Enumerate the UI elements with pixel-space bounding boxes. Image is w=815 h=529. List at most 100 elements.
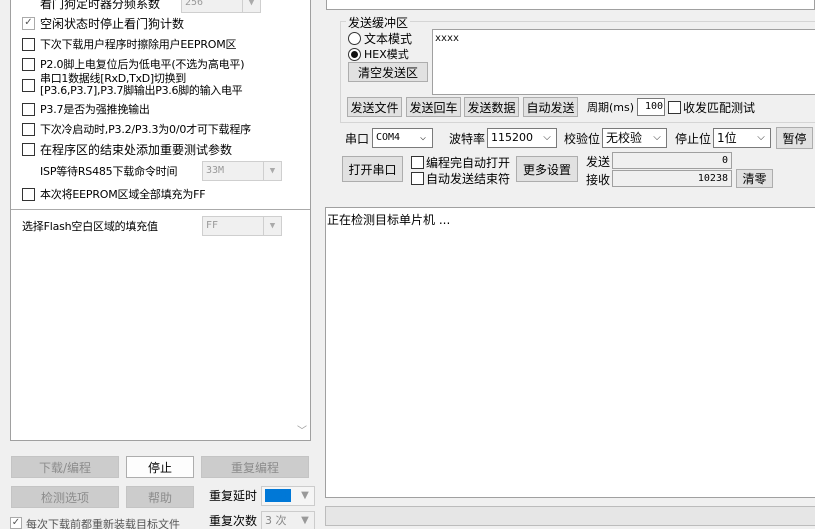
help-button[interactable]: 帮助 — [126, 486, 194, 508]
option-label: 下次冷启动时,P3.2/P3.3为0/0才可下载程序 — [40, 123, 251, 136]
port-label: 串口 — [345, 132, 370, 146]
reload-target-label: 每次下载前都重新装载目标文件 — [26, 518, 180, 529]
option-uart1-switch[interactable]: 串口1数据线[RxD,TxD]切换到 [P3.6,P3.7],P3.7脚输出P3… — [11, 72, 310, 98]
rs485-wait-select[interactable]: 33M ▼ — [202, 161, 282, 181]
option-cold-boot-p32-p33[interactable]: 下次冷启动时,P3.2/P3.3为0/0才可下载程序 — [11, 119, 310, 139]
chevron-down-icon: ⌵ — [757, 132, 765, 143]
baud-select[interactable]: 115200 ⌵ — [487, 128, 557, 148]
auto-open-label: 编程完自动打开 — [426, 156, 511, 170]
send-file-button[interactable]: 发送文件 — [347, 97, 402, 117]
checkbox[interactable] — [22, 142, 35, 156]
period-value: 100 — [644, 101, 663, 112]
stop-bits-select[interactable]: 1位 ⌵ — [713, 128, 771, 148]
select-value: 115200 — [491, 131, 533, 144]
hex-mode-label: HEX模式 — [364, 48, 409, 61]
option-fill-eeprom-ff[interactable]: 本次将EEPROM区域全部填充为FF — [11, 184, 310, 204]
options-panel: 看门狗定时器分频系数 256 ▼ ✓ 空闲状态时停止看门狗计数 下次下载用户程序… — [10, 0, 311, 441]
clear-counters-button[interactable]: 清零 — [736, 169, 773, 188]
reload-target-option[interactable]: ✓ 每次下载前都重新装载目标文件 — [10, 516, 205, 529]
select-value: 256 — [185, 0, 204, 8]
auto-send-end-checkbox[interactable] — [411, 172, 424, 185]
flash-fill-select[interactable]: FF ▼ — [202, 216, 282, 236]
tx-count-value: 0 — [721, 155, 728, 166]
match-test-checkbox[interactable] — [668, 101, 681, 114]
rx-counter: 10238 — [612, 170, 732, 187]
reprogram-button[interactable]: 重复编程 — [201, 456, 309, 478]
chevron-down-icon: ▼ — [301, 490, 309, 501]
send-buffer-textarea[interactable]: xxxx — [432, 29, 815, 95]
option-label: 空闲状态时停止看门狗计数 — [40, 16, 185, 31]
option-p20-reset-level[interactable]: P2.0脚上电复位后为低电平(不选为高电平) — [11, 54, 310, 74]
chevron-down-icon: ▼ — [263, 217, 281, 235]
parity-label: 校验位 — [564, 132, 601, 146]
checkbox[interactable] — [22, 79, 35, 92]
option-label: 看门狗定时器分频系数 — [40, 0, 161, 11]
send-enter-button[interactable]: 发送回车 — [406, 97, 461, 117]
more-settings-button[interactable]: 更多设置 — [516, 156, 578, 182]
option-idle-stop-watchdog[interactable]: ✓ 空闲状态时停止看门狗计数 — [11, 13, 310, 33]
select-value: 33M — [206, 165, 225, 176]
text-mode-label: 文本模式 — [364, 32, 413, 46]
hex-mode-radio[interactable] — [348, 48, 361, 61]
option-p37-push-pull[interactable]: P3.7是否为强推挽输出 — [11, 99, 310, 119]
detecting-status-text: 正在检测目标单片机 ... — [327, 213, 451, 227]
select-value: FF — [206, 220, 219, 231]
option-watchdog-prescaler[interactable]: 看门狗定时器分频系数 256 ▼ — [11, 0, 310, 13]
checkbox[interactable] — [22, 122, 35, 136]
baud-label: 波特率 — [449, 132, 486, 146]
scroll-down-icon[interactable]: ﹀ — [297, 422, 307, 437]
checkbox[interactable] — [22, 102, 35, 116]
select-value: 1位 — [717, 131, 737, 145]
download-program-button[interactable]: 下载/编程 — [11, 456, 119, 478]
pause-button[interactable]: 暂停 — [776, 127, 813, 149]
chevron-down-icon: ⌵ — [543, 132, 551, 143]
text-mode-radio[interactable] — [348, 32, 361, 45]
chevron-down-icon: ▼ — [301, 515, 309, 526]
auto-send-button[interactable]: 自动发送 — [523, 97, 578, 117]
checkbox[interactable] — [22, 187, 35, 201]
repeat-delay-select[interactable]: 1 秒 ▼ — [261, 486, 315, 506]
option-label: 选择Flash空白区域的填充值 — [22, 220, 158, 233]
repeat-count-label: 重复次数 — [209, 514, 258, 528]
option-label: P3.7是否为强推挽输出 — [40, 103, 150, 116]
chevron-down-icon: ▼ — [263, 162, 281, 180]
period-input[interactable]: 100 — [637, 98, 665, 116]
tx-label: 发送 — [586, 155, 611, 169]
chevron-down-icon: ▼ — [242, 0, 260, 12]
stop-bits-label: 停止位 — [675, 132, 712, 146]
rx-label: 接收 — [586, 173, 611, 187]
chevron-down-icon: ⌵ — [419, 132, 427, 143]
option-label-line2: [P3.6,P3.7],P3.7脚输出P3.6脚的输入电平 — [40, 84, 243, 97]
watchdog-prescaler-select[interactable]: 256 ▼ — [181, 0, 261, 13]
send-data-button[interactable]: 发送数据 — [464, 97, 519, 117]
option-add-test-params[interactable]: 在程序区的结束处添加重要测试参数 — [11, 139, 310, 159]
auto-send-end-label: 自动发送结束符 — [426, 172, 511, 186]
option-rs485-wait-time: ISP等待RS485下载命令时间 33M ▼ — [11, 161, 310, 181]
open-port-button[interactable]: 打开串口 — [342, 156, 403, 182]
progress-bar — [325, 506, 815, 526]
stop-button[interactable]: 停止 — [126, 456, 194, 478]
divider — [11, 209, 310, 210]
option-erase-eeprom[interactable]: 下次下载用户程序时擦除用户EEPROM区 — [11, 34, 310, 54]
detect-options-button[interactable]: 检测选项 — [11, 486, 119, 508]
checkbox-checked[interactable]: ✓ — [22, 16, 35, 30]
auto-open-checkbox[interactable] — [411, 156, 424, 169]
clear-send-button[interactable]: 清空发送区 — [348, 62, 428, 82]
repeat-count-select[interactable]: 3 次 ▼ — [261, 511, 315, 529]
option-label: 下次下载用户程序时擦除用户EEPROM区 — [40, 38, 237, 51]
match-test-label: 收发匹配测试 — [683, 101, 756, 115]
receive-output-area[interactable] — [325, 207, 815, 498]
option-label: ISP等待RS485下载命令时间 — [40, 165, 178, 178]
option-label: 本次将EEPROM区域全部填充为FF — [40, 188, 206, 201]
parity-select[interactable]: 无校验 ⌵ — [602, 128, 667, 148]
port-select[interactable]: COM4 ⌵ — [372, 128, 433, 148]
select-value: 无校验 — [606, 131, 643, 145]
rx-count-value: 10238 — [697, 173, 728, 184]
checkbox-checked[interactable]: ✓ — [10, 517, 22, 529]
checkbox[interactable] — [22, 57, 35, 71]
send-buffer-label: 发送缓冲区 — [346, 14, 411, 31]
option-flash-fill: 选择Flash空白区域的填充值 FF ▼ — [11, 216, 310, 236]
checkbox[interactable] — [22, 37, 35, 51]
tx-counter: 0 — [612, 152, 732, 169]
select-value: 1 秒 — [265, 489, 291, 502]
